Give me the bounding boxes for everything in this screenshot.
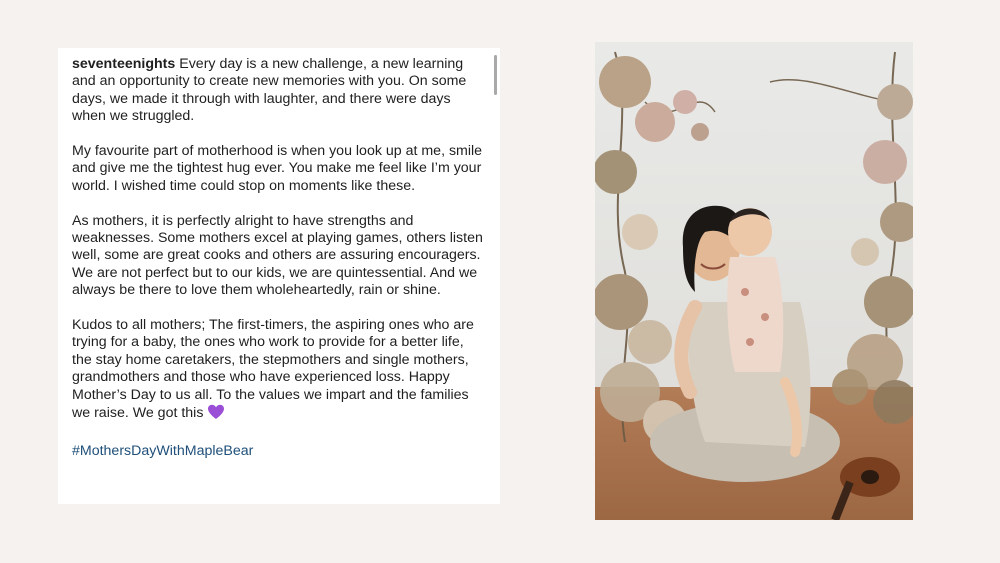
caption-card: seventeenights Every day is a new challe… [58, 48, 500, 504]
caption-paragraph-3: As mothers, it is perfectly alright to h… [72, 212, 483, 299]
caption-paragraph-2: My favourite part of motherhood is when … [72, 143, 483, 194]
hashtag-link[interactable]: #MothersDayWithMapleBear [72, 443, 487, 460]
scrollbar[interactable] [494, 55, 497, 95]
caption-paragraph-4: Kudos to all mothers; The first-timers, … [72, 317, 487, 425]
purple-heart-icon [207, 404, 225, 425]
mother-child-photo [595, 42, 913, 520]
caption-text: seventeenights Every day is a new challe… [72, 56, 487, 478]
username-link[interactable]: seventeenights [72, 56, 175, 72]
caption-paragraph-1: seventeenights Every day is a new challe… [72, 56, 487, 126]
caption-paragraph-4-text: Kudos to all mothers; The first-timers, … [72, 317, 474, 422]
